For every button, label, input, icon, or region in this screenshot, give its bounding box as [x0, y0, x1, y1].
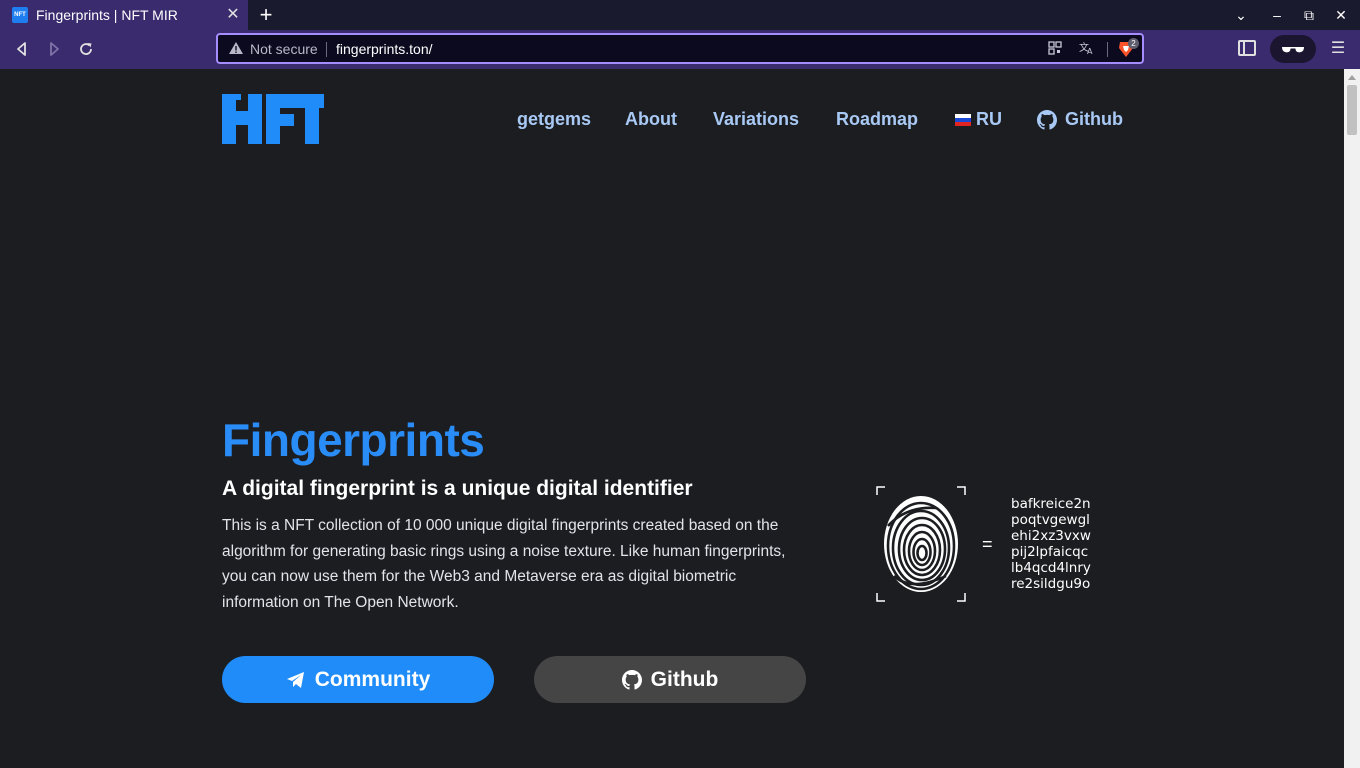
nav-getgems[interactable]: getgems	[517, 109, 591, 130]
window-minimize-button[interactable]: –	[1268, 5, 1286, 25]
community-button[interactable]: Community	[222, 656, 494, 703]
page-title: Fingerprints	[222, 414, 485, 466]
forward-button[interactable]	[43, 38, 65, 60]
equals-sign: =	[982, 534, 993, 554]
community-button-label: Community	[314, 667, 431, 691]
nav-language-label: RU	[976, 109, 1002, 129]
nav-language-ru[interactable]: RU	[955, 109, 1002, 130]
scroll-thumb[interactable]	[1347, 85, 1357, 135]
private-profile-button[interactable]	[1270, 35, 1316, 63]
hash-line: ehi2xz3vxw	[1011, 528, 1091, 544]
reload-button[interactable]	[75, 38, 97, 60]
github-button-label: Github	[650, 667, 719, 691]
hash-line: pij2lpfaicqc	[1011, 544, 1089, 560]
tab-title: Fingerprints | NFT MIR	[36, 7, 178, 23]
nav-roadmap[interactable]: Roadmap	[836, 109, 918, 130]
hash-line: bafkreice2n	[1011, 496, 1091, 512]
qr-code-icon[interactable]	[1046, 41, 1064, 59]
omnibox-divider	[1107, 42, 1108, 57]
sunglasses-icon	[1282, 47, 1304, 53]
sidebar-toggle-icon[interactable]	[1238, 40, 1256, 56]
tab-close-icon[interactable]: ✕	[226, 6, 240, 24]
tab-search-dropdown-icon[interactable]: ⌄	[1232, 5, 1250, 25]
forward-arrow-icon	[50, 42, 59, 56]
new-tab-button[interactable]: +	[256, 3, 276, 27]
favicon-icon: NFT	[12, 7, 28, 23]
fingerprint-illustration	[876, 486, 966, 602]
scroll-up-arrow-icon[interactable]	[1348, 75, 1356, 80]
github-button[interactable]: Github	[534, 656, 806, 703]
shields-count-badge: 2	[1128, 38, 1139, 49]
page-description: This is a NFT collection of 10 000 uniqu…	[222, 517, 786, 611]
telegram-icon	[286, 671, 304, 688]
window-close-button[interactable]: ✕	[1332, 5, 1350, 25]
nav-variations[interactable]: Variations	[713, 109, 799, 130]
nav-about[interactable]: About	[625, 109, 677, 130]
svg-text:A: A	[1087, 47, 1093, 55]
page-subtitle: A digital fingerprint is a unique digita…	[222, 477, 693, 500]
nft-logo[interactable]	[222, 94, 324, 144]
russia-flag-icon	[955, 113, 971, 126]
hash-line: poqtvgewgl	[1011, 512, 1090, 528]
fingerprint-hash: bafkreice2n poqtvgewgl ehi2xz3vxw pij2lp…	[1011, 496, 1091, 592]
hash-line: re2sildgu9o	[1011, 576, 1091, 592]
back-button[interactable]	[11, 38, 33, 60]
back-arrow-icon	[17, 42, 26, 56]
security-status-label[interactable]: Not secure	[250, 41, 318, 57]
browser-menu-button[interactable]: ☰	[1330, 39, 1346, 59]
browser-tab-active[interactable]: NFT Fingerprints | NFT MIR ✕	[0, 0, 248, 30]
github-icon	[1037, 109, 1057, 130]
page-scrollbar[interactable]	[1344, 69, 1360, 768]
nav-github[interactable]: Github	[1037, 109, 1123, 130]
browser-toolbar: Not secure fingerprints.ton/ 文A 2 ☰	[0, 30, 1360, 69]
page-content: getgems About Variations Roadmap RU Gith…	[0, 69, 1344, 768]
browser-tab-bar: NFT Fingerprints | NFT MIR ✕ + ⌄ – ⧉ ✕	[0, 0, 1360, 30]
github-icon	[621, 669, 642, 690]
reload-icon	[80, 43, 92, 55]
hash-line: lb4qcd4lnry	[1011, 560, 1091, 576]
address-bar[interactable]: Not secure fingerprints.ton/ 文A 2	[216, 33, 1144, 64]
nav-github-label: Github	[1065, 109, 1123, 129]
address-separator	[326, 42, 327, 57]
url-text[interactable]: fingerprints.ton/	[336, 41, 433, 57]
warning-triangle-icon[interactable]	[228, 40, 244, 56]
window-restore-button[interactable]: ⧉	[1300, 5, 1318, 25]
translate-icon[interactable]: 文A	[1078, 41, 1096, 59]
